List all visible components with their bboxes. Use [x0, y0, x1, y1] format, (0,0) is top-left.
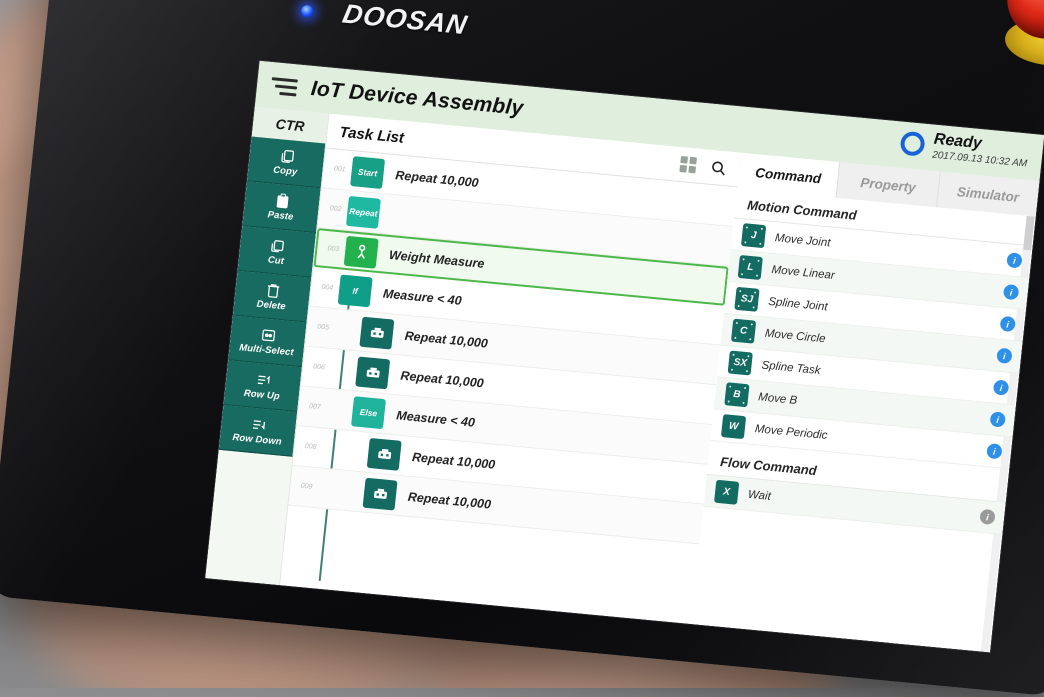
cut-icon [270, 239, 284, 252]
ctr-label: Multi-Select [238, 341, 295, 358]
ctr-button-multi-select[interactable]: Multi-Select [228, 315, 307, 368]
row-number: 003 [327, 245, 340, 254]
screen-body: CTR Copy Paste Cut Delete Multi-Select R… [205, 106, 1040, 653]
loop-icon [355, 355, 391, 389]
loop-icon [366, 437, 402, 471]
ctr-label: Row Up [243, 387, 281, 402]
info-icon[interactable]: i [1002, 283, 1020, 301]
wait-icon: X [713, 479, 740, 505]
info-icon[interactable]: i [999, 315, 1017, 333]
row-label: Measure < 40 [395, 407, 476, 430]
ctr-label: Cut [267, 254, 285, 267]
multi-select-icon [261, 328, 275, 341]
row-label: Measure < 40 [382, 286, 463, 308]
command-scroll-area: Motion Command J Move Joint i L Move Lin… [691, 188, 1036, 653]
ctr-label: Paste [267, 208, 295, 223]
spline-task-icon: SX [727, 350, 753, 376]
info-icon[interactable]: i [996, 347, 1013, 364]
row-label: Repeat 10,000 [404, 328, 489, 351]
row-number: 006 [312, 363, 326, 372]
search-icon[interactable] [709, 158, 728, 177]
grid-view-icon[interactable] [679, 155, 697, 174]
ctr-button-cut[interactable]: Cut [237, 225, 316, 278]
row-label: Weight Measure [388, 247, 486, 271]
row-number: 008 [304, 442, 317, 451]
hamburger-menu-icon[interactable] [270, 76, 298, 97]
weight-measure-icon [343, 235, 379, 269]
spline-joint-icon: SJ [734, 286, 760, 312]
robot-status: Ready 2017.09.13 10:32 AM [899, 128, 1030, 170]
delete-icon [267, 283, 279, 298]
row-number: 004 [321, 283, 334, 292]
info-icon[interactable]: i [1006, 252, 1023, 269]
status-ring-icon [899, 130, 926, 157]
block-badge: Repeat [345, 195, 381, 229]
teach-pendant-device: DOOSAN IoT Device Assembly Ready 2017.09… [0, 0, 1044, 697]
info-icon[interactable]: i [992, 379, 1010, 396]
row-label: Repeat 10,000 [394, 167, 480, 190]
row-label: Repeat 10,000 [407, 489, 492, 512]
ctr-button-row-down[interactable]: Row Down [218, 405, 298, 457]
loop-icon [359, 316, 395, 350]
command-panel: Command Property Simulator Motion Comman… [691, 152, 1040, 653]
move-joint-icon: J [740, 223, 767, 249]
block-badge: If [337, 273, 373, 307]
row-number: 002 [329, 205, 342, 214]
loop-icon [362, 477, 398, 511]
row-down-icon [252, 419, 265, 430]
paste-icon [276, 192, 289, 208]
block-badge: Else [351, 395, 387, 429]
info-icon[interactable]: i [989, 411, 1006, 428]
row-label: Repeat 10,000 [411, 449, 496, 472]
move-periodic-icon: W [720, 414, 747, 440]
row-number: 007 [308, 403, 321, 412]
move-b-icon: B [724, 382, 750, 408]
row-number: 001 [333, 165, 346, 174]
row-number: 009 [300, 482, 313, 491]
ctr-button-delete[interactable]: Delete [232, 270, 312, 323]
move-linear-icon: L [737, 254, 763, 281]
row-number: 005 [316, 323, 330, 332]
row-up-icon [257, 374, 270, 384]
info-icon[interactable]: i [986, 443, 1003, 460]
status-led-icon [300, 4, 314, 18]
task-rows: 001 Start Repeat 10,000 002 Repeat 003 W… [280, 148, 738, 624]
block-badge: Start [350, 155, 386, 189]
info-icon[interactable]: i [979, 508, 996, 526]
tablet-screen: IoT Device Assembly Ready 2017.09.13 10:… [205, 60, 1044, 653]
ctr-label: Copy [272, 164, 298, 178]
row-label: Repeat 10,000 [399, 368, 485, 390]
move-circle-icon: C [730, 318, 757, 344]
emergency-stop-button[interactable] [997, 0, 1044, 83]
task-list-panel: Task List 001 Start Repeat 10,000 002 Re… [278, 113, 741, 624]
ctr-label: Row Down [231, 431, 283, 448]
ctr-label: Delete [256, 298, 287, 312]
ctr-button-row-up[interactable]: Row Up [223, 360, 302, 412]
ctr-button-paste[interactable]: Paste [242, 181, 321, 233]
copy-icon [280, 149, 294, 163]
page-title: IoT Device Assembly [309, 76, 525, 120]
ctr-button-copy[interactable]: Copy [247, 136, 326, 189]
